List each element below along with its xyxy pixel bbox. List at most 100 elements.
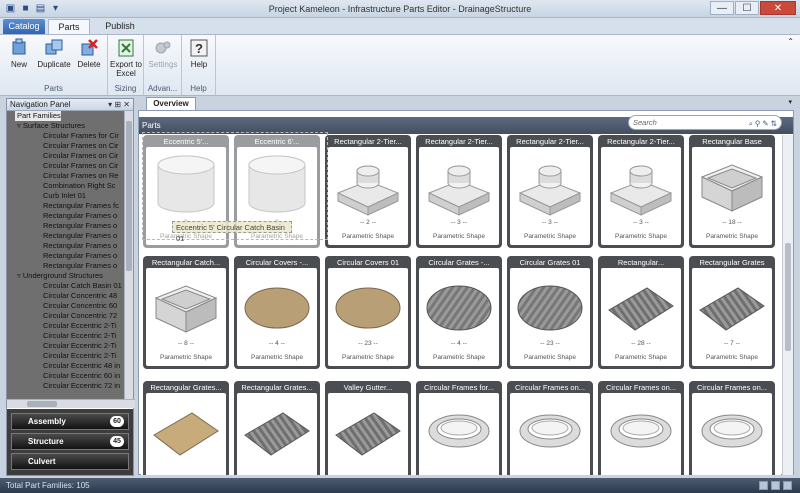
tree-item[interactable]: Rectangular Frames o: [7, 231, 126, 241]
tree-item[interactable]: Rectangular Frames o: [7, 241, 126, 251]
ribbon-group-sizing: Export to Excel Sizing: [108, 35, 144, 95]
ribbon-collapse-icon[interactable]: ⌃: [787, 37, 794, 46]
part-card[interactable]: Rectangular 2-Tier... -- 3 -- Parametric S…: [507, 135, 593, 248]
part-thumbnail: [428, 414, 490, 448]
part-card[interactable]: Circular Grates -... -- 4 -- Parametric Sh…: [416, 256, 502, 369]
part-card-preview: -- 28 -- Parametric Shape: [601, 268, 681, 366]
tree-item[interactable]: Circular Eccentric 2-Ti: [7, 331, 126, 341]
part-card[interactable]: Circular Covers 01 -- 23 -- Parametric Sha…: [325, 256, 411, 369]
part-count: -- 7 --: [724, 340, 740, 347]
parts-vertical-scrollbar[interactable]: [782, 135, 793, 475]
list-view-icon[interactable]: [771, 481, 780, 490]
tree-group[interactable]: ▿ Surface Structures: [7, 121, 126, 131]
part-thumbnail: [244, 412, 310, 456]
tree-item[interactable]: Combination Right Sc: [7, 181, 126, 191]
part-card[interactable]: Circular Frames on...: [689, 381, 775, 475]
tree-vertical-scrollbar[interactable]: [124, 111, 133, 399]
part-card-preview: [237, 393, 317, 475]
search-input[interactable]: Search ⌕ ⚲ ✎ ⇅: [628, 115, 782, 130]
tree-item[interactable]: Circular Eccentric 48 in: [7, 361, 126, 371]
tree-item[interactable]: Rectangular Frames fc: [7, 201, 126, 211]
part-card[interactable]: Rectangular 2-Tier... -- 3 -- Parametric S…: [416, 135, 502, 248]
part-families-tree[interactable]: Part Families ▿ Surface Structures Circul…: [7, 111, 126, 399]
tree-item[interactable]: Circular Eccentric 2-Ti: [7, 351, 126, 361]
tree-item[interactable]: Circular Frames on Cir: [7, 151, 126, 161]
part-card-title: Circular Grates 01: [519, 258, 581, 267]
part-card-preview: -- 8 -- Parametric Shape: [146, 268, 226, 366]
part-card-preview: -- 3 -- Parametric Shape: [419, 147, 499, 245]
part-thumbnail: [608, 287, 674, 331]
delete-button[interactable]: Delete: [72, 38, 106, 69]
part-type: Parametric Shape: [705, 354, 759, 361]
tree-item[interactable]: Circular Frames on Cir: [7, 161, 126, 171]
drag-tooltip: Eccentric 5' Circular Catch Basin 01: [172, 221, 292, 243]
help-button[interactable]: ? Help: [182, 38, 216, 69]
part-card[interactable]: Rectangular Grates...: [234, 381, 320, 475]
part-card[interactable]: Rectangular Catch... -- 8 -- Parametric Sh…: [143, 256, 229, 369]
part-card[interactable]: Rectangular Grates...: [143, 381, 229, 475]
tree-item[interactable]: Rectangular Frames o: [7, 261, 126, 271]
sort-icon[interactable]: ⇅: [771, 117, 777, 130]
part-card[interactable]: Circular Frames on...: [507, 381, 593, 475]
duplicate-button[interactable]: Duplicate: [37, 38, 71, 69]
tree-item[interactable]: Rectangular Frames o: [7, 251, 126, 261]
tab-list-dropdown-icon[interactable]: ▾: [788, 98, 792, 106]
part-thumbnail: [426, 285, 492, 331]
grid-view-icon[interactable]: [759, 481, 768, 490]
scrollbar-thumb[interactable]: [126, 121, 132, 271]
tree-item[interactable]: Rectangular Frames o: [7, 221, 126, 231]
new-button[interactable]: New: [2, 38, 36, 69]
export-excel-button[interactable]: Export to Excel: [109, 38, 143, 78]
minimize-button[interactable]: —: [710, 1, 734, 15]
view-options-icon[interactable]: ✎: [762, 117, 768, 130]
tree-group[interactable]: ▿ Underground Structures: [7, 271, 126, 281]
part-card-preview: [692, 393, 772, 475]
maximize-button[interactable]: ☐: [735, 1, 759, 15]
tree-horizontal-scrollbar[interactable]: [7, 399, 135, 408]
tab-publish[interactable]: Publish: [98, 19, 142, 34]
tab-parts[interactable]: Parts: [48, 19, 90, 34]
part-thumbnail: [610, 414, 672, 448]
part-card[interactable]: Rectangular... -- 28 -- Parametric Shape: [598, 256, 684, 369]
tree-item[interactable]: Rectangular Frames o: [7, 211, 126, 221]
nav-button-culvert[interactable]: Culvert: [11, 453, 129, 470]
search-icon[interactable]: ⌕: [749, 117, 753, 130]
tab-catalog[interactable]: Catalog: [3, 19, 45, 34]
scrollbar-thumb[interactable]: [27, 401, 57, 407]
tree-item[interactable]: Circular Eccentric 60 in: [7, 371, 126, 381]
tree-item[interactable]: Circular Eccentric 2-Ti: [7, 341, 126, 351]
part-card[interactable]: Circular Frames on...: [598, 381, 684, 475]
part-card[interactable]: Rectangular 2-Tier... -- 3 -- Parametric S…: [598, 135, 684, 248]
filter-icon[interactable]: ⚲: [755, 117, 761, 130]
settings-button[interactable]: Settings: [146, 38, 180, 69]
tree-item[interactable]: Circular Concentric 48: [7, 291, 126, 301]
tree-item[interactable]: Circular Eccentric 2-Ti: [7, 321, 126, 331]
part-thumbnail: [244, 287, 310, 329]
nav-button-assembly[interactable]: Assembly 60: [11, 413, 129, 430]
tab-overview[interactable]: Overview: [146, 97, 196, 110]
tree-item[interactable]: Circular Concentric 60: [7, 301, 126, 311]
part-card[interactable]: Circular Covers -... -- 4 -- Parametric Sh…: [234, 256, 320, 369]
close-button[interactable]: ✕: [760, 1, 796, 15]
tree-item[interactable]: Curb Inlet 01: [7, 191, 126, 201]
ribbon-group-label: Help: [190, 84, 207, 93]
part-card[interactable]: Valley Gutter...: [325, 381, 411, 475]
duplicate-icon: [45, 39, 63, 55]
part-count: -- 3 --: [542, 219, 558, 226]
tree-root-part-families[interactable]: Part Families: [15, 111, 61, 121]
tree-item[interactable]: Circular Concentric 72: [7, 311, 126, 321]
part-card[interactable]: Rectangular 2-Tier... -- 2 -- Parametric S…: [325, 135, 411, 248]
part-card[interactable]: Circular Grates 01 -- 23 -- Parametric Sha…: [507, 256, 593, 369]
scrollbar-thumb[interactable]: [785, 243, 791, 351]
nav-button-structure[interactable]: Structure 45: [11, 433, 129, 450]
tree-item[interactable]: Circular Frames for Cir: [7, 131, 126, 141]
part-card[interactable]: Rectangular Grates -- 7 -- Parametric Shap…: [689, 256, 775, 369]
tree-item[interactable]: Circular Eccentric 72 in: [7, 381, 126, 391]
tree-item[interactable]: Circular Frames on Re: [7, 171, 126, 181]
panel-header-buttons[interactable]: ▾ ⊞ ✕: [108, 99, 130, 111]
tree-item[interactable]: Circular Frames on Cir: [7, 141, 126, 151]
detail-view-icon[interactable]: [783, 481, 792, 490]
part-card[interactable]: Rectangular Base -- 18 -- Parametric Shape: [689, 135, 775, 248]
part-card[interactable]: Circular Frames for...: [416, 381, 502, 475]
tree-item[interactable]: Circular Catch Basin 01: [7, 281, 126, 291]
